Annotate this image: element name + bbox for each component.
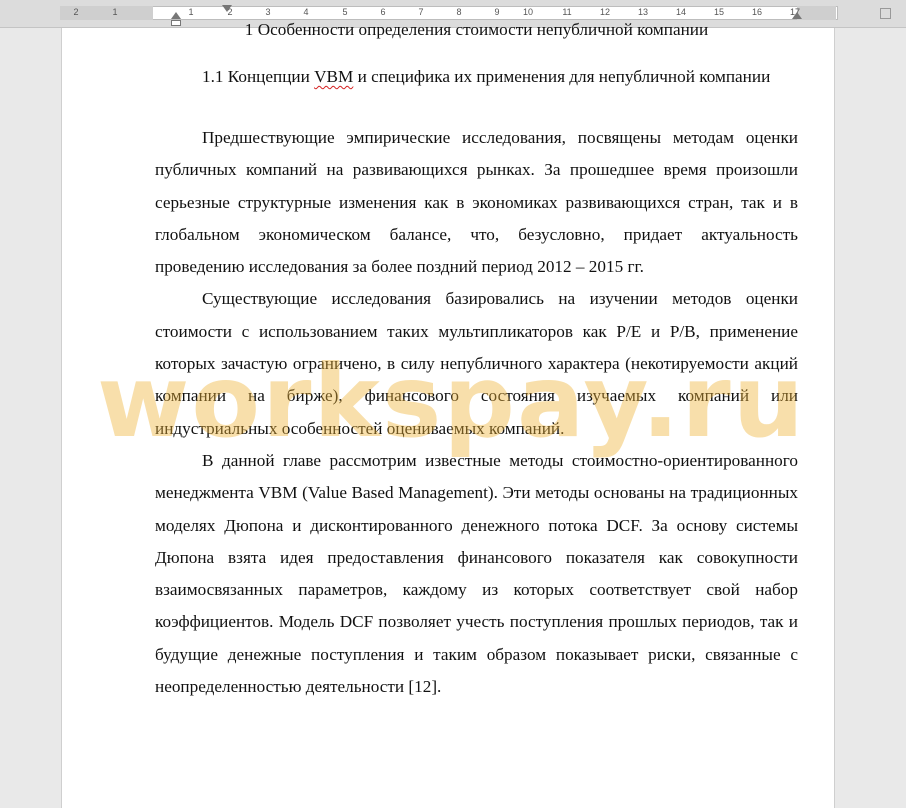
ruler-label: 13 — [637, 7, 648, 17]
document-page[interactable]: 1 Особенности определения стоимости непу… — [61, 20, 835, 808]
chapter-heading: 1 Особенности определения стоимости непу… — [244, 20, 709, 39]
section-heading-abbr: VBM — [314, 67, 354, 86]
paragraph-3: В данной главе рассмотрим известные мето… — [155, 450, 798, 697]
document-body[interactable]: 1 Особенности определения стоимости непу… — [155, 18, 798, 703]
ruler-label: 15 — [713, 7, 724, 17]
ruler-label: 3 — [265, 7, 271, 17]
ruler-label: 4 — [303, 7, 309, 17]
ruler-label: 6 — [380, 7, 386, 17]
ruler-label: 12 — [599, 7, 610, 17]
ruler-label: 14 — [675, 7, 686, 17]
ruler-label: 2 — [73, 7, 79, 17]
tab-selector[interactable] — [880, 8, 891, 19]
ruler-label: 9 — [494, 7, 500, 17]
section-heading: 1.1 Концепции VBM и специфика их примене… — [155, 65, 798, 89]
ruler-label: 1 — [112, 7, 118, 17]
paragraph-1: Предшествующие эмпирические исследования… — [155, 128, 798, 277]
ruler-label: 11 — [562, 7, 572, 17]
ruler-label: 5 — [342, 7, 348, 17]
ruler-label: 8 — [456, 7, 462, 17]
section-heading-part2: и специфика их применения для непублично… — [353, 67, 771, 86]
paragraph-2: Существующие исследования базировались н… — [155, 289, 798, 438]
section-heading-part1: 1.1 Концепции — [202, 67, 315, 86]
ruler-label: 7 — [418, 7, 424, 17]
ruler-label: 10 — [522, 7, 533, 17]
ruler-label: 16 — [751, 7, 762, 17]
first-line-indent-marker[interactable] — [222, 5, 232, 12]
ruler-label: 1 — [188, 7, 194, 17]
